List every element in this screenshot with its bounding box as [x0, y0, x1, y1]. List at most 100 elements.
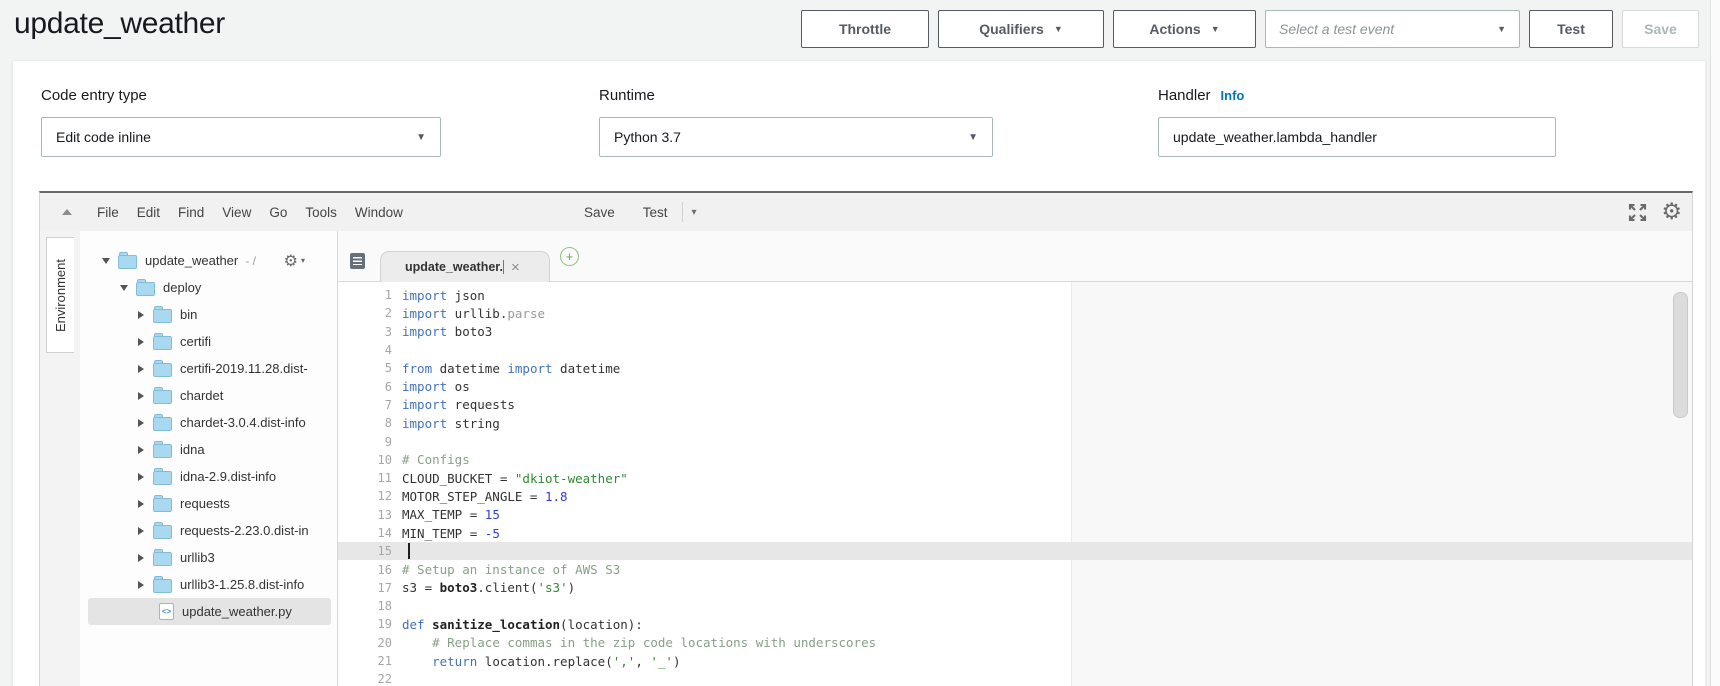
- chevron-right-icon[interactable]: [138, 554, 144, 562]
- tree-item-deploy[interactable]: deploy: [88, 274, 331, 301]
- tab-update-weather-py[interactable]: update_weather. ×: [380, 251, 550, 282]
- test-event-select[interactable]: Select a test event ▼: [1265, 10, 1520, 48]
- chevron-down-icon: ▼: [416, 132, 426, 143]
- menu-edit[interactable]: Edit: [128, 205, 169, 220]
- menu-window[interactable]: Window: [346, 205, 412, 220]
- code-editor-frame: FileEditFindViewGoToolsWindow Save Test …: [39, 191, 1693, 686]
- editor-settings-gear-icon[interactable]: ⚙: [1661, 201, 1682, 224]
- line-number: 8: [338, 416, 402, 430]
- text-cursor: [408, 543, 410, 559]
- throttle-button[interactable]: Throttle: [801, 10, 929, 48]
- tree-item-bin[interactable]: bin: [88, 301, 331, 328]
- line-number: 2: [338, 306, 402, 320]
- tree-item-requests[interactable]: requests: [88, 490, 331, 517]
- code-text: # Configs: [402, 452, 470, 467]
- line-number: 14: [338, 526, 402, 540]
- collapse-panel-icon[interactable]: [62, 209, 72, 215]
- tree-item-chardet[interactable]: chardet: [88, 382, 331, 409]
- code-editor-area[interactable]: 1import json2import urllib.parse3import …: [338, 282, 1692, 686]
- chevron-right-icon[interactable]: [138, 311, 144, 319]
- editor-test-menu[interactable]: Test: [643, 205, 668, 220]
- test-options-caret-icon[interactable]: ▾: [692, 207, 697, 218]
- tree-item-update-weather-py[interactable]: <>update_weather.py: [88, 598, 331, 625]
- handler-info-link[interactable]: Info: [1221, 88, 1245, 103]
- tree-item-urllib3-1-25-8-dist-info[interactable]: urllib3-1.25.8.dist-info: [88, 571, 331, 598]
- tree-item-update-weather[interactable]: update_weather- /⚙▾: [88, 247, 331, 274]
- tree-item-label: urllib3: [180, 550, 215, 565]
- handler-input[interactable]: [1158, 117, 1556, 157]
- header-actions: Throttle Qualifiers ▼ Actions ▼ Select a…: [801, 10, 1699, 48]
- tree-item-label: deploy: [163, 280, 201, 295]
- menu-view[interactable]: View: [213, 205, 260, 220]
- tree-item-chardet-3-0-4-dist-info[interactable]: chardet-3.0.4.dist-info: [88, 409, 331, 436]
- code-line-8: 8import string: [338, 414, 1692, 432]
- editor-vertical-scrollbar[interactable]: [1673, 292, 1688, 418]
- line-number: 13: [338, 508, 402, 522]
- tree-item-certifi[interactable]: certifi: [88, 328, 331, 355]
- environment-strip: Environment: [40, 231, 80, 686]
- chevron-right-icon[interactable]: [138, 527, 144, 535]
- chevron-right-icon[interactable]: [138, 338, 144, 346]
- qualifiers-button[interactable]: Qualifiers ▼: [938, 10, 1104, 48]
- line-number: 7: [338, 398, 402, 412]
- code-line-4: 4: [338, 341, 1692, 359]
- page-scrollbar[interactable]: [1710, 0, 1720, 686]
- save-button-disabled[interactable]: Save: [1622, 10, 1699, 48]
- tree-item-idna[interactable]: idna: [88, 436, 331, 463]
- menu-file[interactable]: File: [88, 205, 128, 220]
- code-line-21: 21 return location.replace(',', '_'): [338, 652, 1692, 670]
- actions-button[interactable]: Actions ▼: [1113, 10, 1256, 48]
- code-line-10: 10# Configs: [338, 451, 1692, 469]
- tree-item-label: requests: [180, 496, 230, 511]
- actions-label: Actions: [1149, 21, 1200, 37]
- code-line-22: 22: [338, 670, 1692, 686]
- code-line-3: 3import boto3: [338, 323, 1692, 341]
- code-line-17: 17s3 = boto3.client('s3'): [338, 579, 1692, 597]
- tab-close-icon[interactable]: ×: [511, 260, 520, 275]
- environment-tab-label: Environment: [53, 259, 68, 332]
- code-line-1: 1import json: [338, 286, 1692, 304]
- code-line-7: 7import requests: [338, 396, 1692, 414]
- tree-settings-gear-icon[interactable]: ⚙▾: [284, 253, 305, 269]
- chevron-down-icon[interactable]: [102, 258, 110, 264]
- runtime-select[interactable]: Python 3.7 ▼: [599, 117, 993, 157]
- tree-item-urllib3[interactable]: urllib3: [88, 544, 331, 571]
- tree-item-idna-2-9-dist-info[interactable]: idna-2.9.dist-info: [88, 463, 331, 490]
- code-text: import boto3: [402, 324, 492, 339]
- tab-label: update_weather.: [405, 260, 504, 274]
- folder-icon: [153, 579, 172, 593]
- menu-tools[interactable]: Tools: [296, 205, 346, 220]
- chevron-right-icon[interactable]: [138, 473, 144, 481]
- chevron-right-icon[interactable]: [138, 365, 144, 373]
- chevron-right-icon[interactable]: [138, 581, 144, 589]
- line-number: 9: [338, 435, 402, 449]
- test-button[interactable]: Test: [1529, 10, 1613, 48]
- chevron-right-icon[interactable]: [138, 500, 144, 508]
- qualifiers-label: Qualifiers: [979, 21, 1044, 37]
- environment-tab[interactable]: Environment: [46, 237, 74, 353]
- new-tab-plus-icon[interactable]: +: [560, 247, 579, 266]
- line-number: 10: [338, 453, 402, 467]
- code-line-11: 11CLOUD_BUCKET = "dkiot-weather": [338, 469, 1692, 487]
- chevron-right-icon[interactable]: [138, 419, 144, 427]
- chevron-down-icon[interactable]: [120, 285, 128, 291]
- chevron-right-icon[interactable]: [138, 392, 144, 400]
- code-text: import requests: [402, 397, 515, 412]
- code-text: import os: [402, 379, 470, 394]
- menu-go[interactable]: Go: [260, 205, 296, 220]
- code-line-5: 5from datetime import datetime: [338, 359, 1692, 377]
- code-line-19: 19def sanitize_location(location):: [338, 615, 1692, 633]
- line-number: 16: [338, 563, 402, 577]
- tab-list-icon[interactable]: [350, 253, 365, 269]
- code-line-2: 2import urllib.parse: [338, 304, 1692, 322]
- tree-item-label: update_weather: [145, 253, 238, 268]
- tree-item-requests-2-23-0-dist-in[interactable]: requests-2.23.0.dist-in: [88, 517, 331, 544]
- menu-find[interactable]: Find: [169, 205, 213, 220]
- fullscreen-icon[interactable]: [1627, 202, 1648, 223]
- chevron-right-icon[interactable]: [138, 446, 144, 454]
- tree-item-certifi-2019-11-28-dist-[interactable]: certifi-2019.11.28.dist-: [88, 355, 331, 382]
- editor-save-menu[interactable]: Save: [584, 205, 615, 220]
- code-line-6: 6import os: [338, 377, 1692, 395]
- line-number: 12: [338, 489, 402, 503]
- code-entry-type-select[interactable]: Edit code inline ▼: [41, 117, 441, 157]
